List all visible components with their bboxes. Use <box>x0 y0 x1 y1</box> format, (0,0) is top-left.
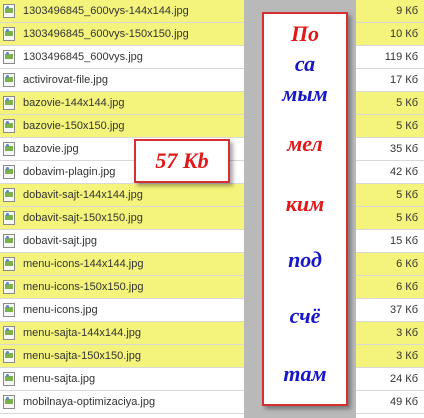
total-size-badge: 57 Kb <box>134 139 230 183</box>
image-file-icon <box>3 257 15 271</box>
annotation-card: По са мым мел ким под счё там <box>262 12 348 406</box>
annotation-syllable: мым <box>282 81 328 106</box>
file-row[interactable]: 1303496845_600vys-150x150.jpg 10 Кб <box>0 23 424 46</box>
image-file-icon <box>3 4 15 18</box>
file-size: 119 Кб <box>384 51 418 63</box>
file-name[interactable]: mobilnaya-optimizaciya.jpg <box>23 396 155 408</box>
annotation-syllable: под <box>288 247 322 272</box>
file-size: 5 Кб <box>396 120 418 132</box>
file-size-annotation-screenshot: 1303496845_600vys-144x144.jpg 9 Кб 13034… <box>0 0 424 418</box>
image-file-icon <box>3 50 15 64</box>
file-name[interactable]: 1303496845_600vys-144x144.jpg <box>23 5 189 17</box>
file-list: 1303496845_600vys-144x144.jpg 9 Кб 13034… <box>0 0 424 418</box>
image-file-icon <box>3 142 15 156</box>
file-name[interactable]: menu-sajta.jpg <box>23 373 95 385</box>
image-file-icon <box>3 303 15 317</box>
file-row[interactable]: 1303496845_600vys-144x144.jpg 9 Кб <box>0 0 424 23</box>
file-size: 5 Кб <box>396 212 418 224</box>
file-row[interactable]: bazovie-144x144.jpg 5 Кб <box>0 92 424 115</box>
file-name[interactable]: dobavit-sajt.jpg <box>23 235 97 247</box>
file-size: 24 Кб <box>390 373 418 385</box>
file-name[interactable]: dobavit-sajt-150x150.jpg <box>23 212 143 224</box>
image-file-icon <box>3 96 15 110</box>
file-name[interactable]: 1303496845_600vys-150x150.jpg <box>23 28 189 40</box>
file-size: 5 Кб <box>396 189 418 201</box>
file-name[interactable]: 1303496845_600vys.jpg <box>23 51 143 63</box>
image-file-icon <box>3 395 15 409</box>
file-name[interactable]: menu-icons-144x144.jpg <box>23 258 143 270</box>
file-row[interactable]: menu-icons-150x150.jpg 6 Кб <box>0 276 424 299</box>
file-name[interactable]: dobavit-sajt-144x144.jpg <box>23 189 143 201</box>
image-file-icon <box>3 211 15 225</box>
file-size: 49 Кб <box>390 396 418 408</box>
annotation-syllable: мел <box>287 131 323 156</box>
image-file-icon <box>3 119 15 133</box>
file-row[interactable]: 1303496845_600vys.jpg 119 Кб <box>0 46 424 69</box>
file-row[interactable]: activirovat-file.jpg 17 Кб <box>0 69 424 92</box>
file-size: 10 Кб <box>390 28 418 40</box>
image-file-icon <box>3 372 15 386</box>
file-row[interactable]: bazovie-150x150.jpg 5 Кб <box>0 115 424 138</box>
image-file-icon <box>3 188 15 202</box>
file-row[interactable]: menu-sajta.jpg 24 Кб <box>0 368 424 391</box>
file-size: 6 Кб <box>396 258 418 270</box>
file-size: 35 Кб <box>390 143 418 155</box>
file-size: 5 Кб <box>396 97 418 109</box>
file-row[interactable]: dobavit-sajt-144x144.jpg 5 Кб <box>0 184 424 207</box>
file-row[interactable]: menu-icons-144x144.jpg 6 Кб <box>0 253 424 276</box>
file-row[interactable]: dobavit-sajt-150x150.jpg 5 Кб <box>0 207 424 230</box>
annotation-syllable: По <box>290 21 320 46</box>
file-size: 3 Кб <box>396 327 418 339</box>
file-name[interactable]: bazovie-144x144.jpg <box>23 97 125 109</box>
file-size: 9 Кб <box>396 5 418 17</box>
image-file-icon <box>3 27 15 41</box>
annotation-syllable: са <box>294 51 316 76</box>
file-name[interactable]: bazovie.jpg <box>23 143 79 155</box>
annotation-syllable: счё <box>289 303 321 328</box>
file-size: 17 Кб <box>390 74 418 86</box>
file-row[interactable]: menu-icons.jpg 37 Кб <box>0 299 424 322</box>
file-size: 15 Кб <box>390 235 418 247</box>
file-row[interactable]: dobavit-sajt.jpg 15 Кб <box>0 230 424 253</box>
image-file-icon <box>3 234 15 248</box>
file-size: 6 Кб <box>396 281 418 293</box>
image-file-icon <box>3 326 15 340</box>
image-file-icon <box>3 349 15 363</box>
annotation-syllable: там <box>283 361 327 386</box>
image-file-icon <box>3 165 15 179</box>
file-row[interactable]: mobilnaya-optimizaciya.jpg 49 Кб <box>0 391 424 414</box>
file-size: 37 Кб <box>390 304 418 316</box>
file-row[interactable]: menu-sajta-144x144.jpg 3 Кб <box>0 322 424 345</box>
file-name[interactable]: bazovie-150x150.jpg <box>23 120 125 132</box>
image-file-icon <box>3 73 15 87</box>
total-size-label: 57 Kb <box>155 148 209 173</box>
file-name[interactable]: activirovat-file.jpg <box>23 74 108 86</box>
file-name[interactable]: menu-icons-150x150.jpg <box>23 281 143 293</box>
file-row[interactable]: menu-sajta-150x150.jpg 3 Кб <box>0 345 424 368</box>
file-name[interactable]: menu-icons.jpg <box>23 304 98 316</box>
image-file-icon <box>3 280 15 294</box>
file-name[interactable]: dobavim-plagin.jpg <box>23 166 115 178</box>
annotation-syllable: ким <box>285 191 325 216</box>
file-name[interactable]: menu-sajta-144x144.jpg <box>23 327 141 339</box>
file-size: 3 Кб <box>396 350 418 362</box>
file-name[interactable]: menu-sajta-150x150.jpg <box>23 350 141 362</box>
file-size: 42 Кб <box>390 166 418 178</box>
